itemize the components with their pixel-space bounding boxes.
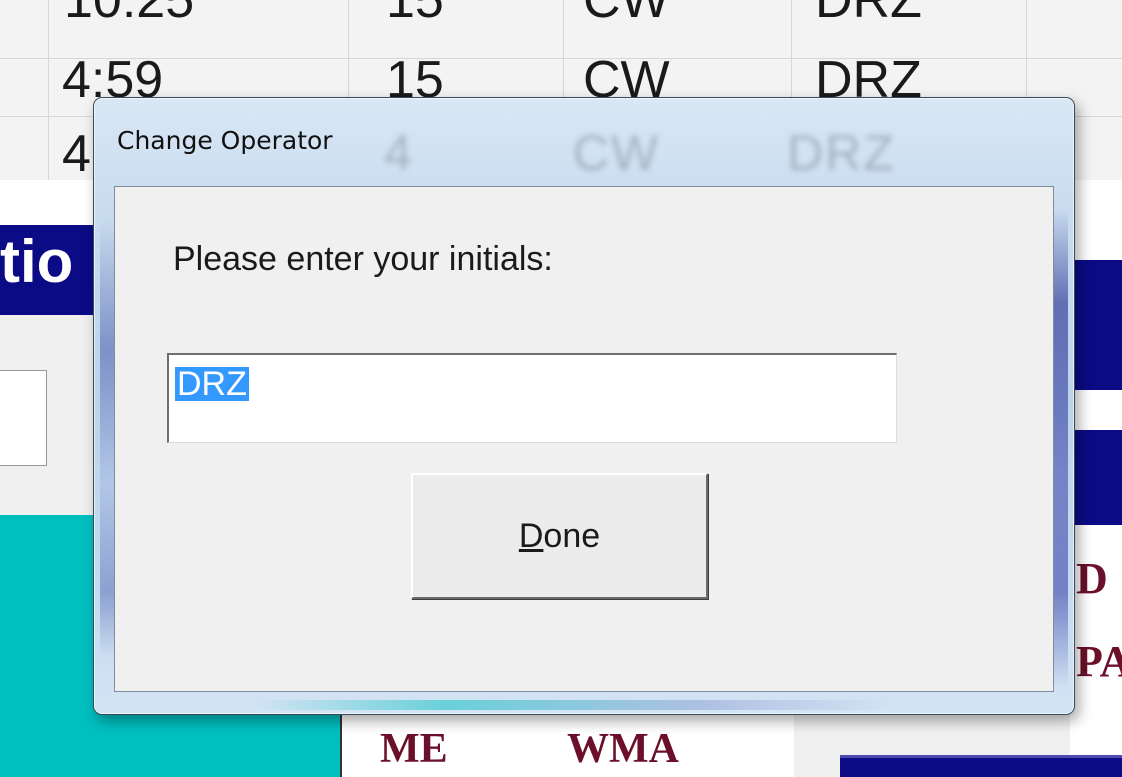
log-cell-mode: CW	[583, 0, 670, 29]
background-bottom-bar	[840, 755, 1122, 777]
initials-value-selected: DRZ	[175, 365, 249, 403]
done-mnemonic: D	[518, 517, 544, 555]
window-frame-glass	[254, 700, 894, 710]
window-frame-glass	[1054, 208, 1068, 688]
titlebar-ghost-text: 4 CW DRZ	[384, 125, 896, 181]
initials-prompt: Please enter your initials:	[173, 240, 553, 278]
background-input	[0, 370, 47, 466]
background-table-cell: WMA	[567, 726, 679, 772]
done-button-label: Done	[519, 519, 600, 553]
dialog-client-area: Please enter your initials: DRZ Done	[114, 186, 1054, 692]
background-right-bar	[1070, 260, 1122, 390]
background-right-label: D	[1076, 554, 1108, 603]
log-cell-time: 10:25	[64, 0, 195, 29]
log-cell-time: 4	[62, 125, 91, 183]
grid-line	[48, 0, 49, 180]
log-cell-band: 15	[386, 0, 444, 29]
log-cell-op: DRZ	[815, 0, 922, 29]
dialog-title: Change Operator	[117, 126, 333, 155]
screen: 10:25 15 CW DRZ 4:59 15 CW DRZ 4 tio D P…	[0, 0, 1122, 777]
grid-line	[0, 58, 1122, 59]
done-button[interactable]: Done	[411, 473, 708, 599]
initials-input[interactable]: DRZ	[167, 353, 897, 443]
background-right-bar	[1070, 430, 1122, 525]
done-label-rest: one	[543, 517, 601, 555]
background-heading-text: tio	[0, 228, 74, 295]
background-teal-panel	[0, 712, 296, 777]
background-right-label: PA	[1076, 637, 1122, 686]
window-frame-glass	[100, 218, 114, 658]
change-operator-dialog: 4 CW DRZ Change Operator Please enter yo…	[93, 97, 1075, 715]
background-table-cell: ME	[380, 726, 448, 772]
